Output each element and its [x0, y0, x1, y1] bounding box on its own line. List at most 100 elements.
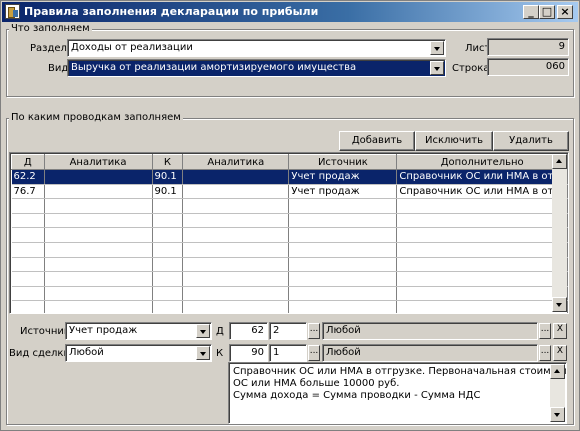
table-cell[interactable]: [182, 169, 290, 185]
table-cell[interactable]: [11, 227, 45, 243]
table-cell[interactable]: [11, 213, 45, 229]
table-cell[interactable]: Учет продаж: [288, 169, 398, 185]
debit-account-field[interactable]: 62: [229, 322, 268, 340]
table-cell[interactable]: 76.7: [11, 184, 45, 200]
minimize-button[interactable]: _: [523, 5, 539, 19]
table-cell[interactable]: [11, 242, 45, 258]
title-bar[interactable]: Правила заполнения декларации по прибыли…: [2, 2, 578, 22]
table-cell[interactable]: [182, 184, 290, 200]
table-row[interactable]: [11, 242, 568, 258]
delete-button[interactable]: Удалить: [493, 131, 569, 151]
table-row[interactable]: 62.2 90.1 Учет продаж Справочник ОС или НМА…: [11, 169, 568, 185]
add-button[interactable]: Добавить: [339, 131, 415, 151]
col-header-credit-analytics[interactable]: Аналитика: [182, 154, 290, 170]
table-cell[interactable]: 62.2: [11, 169, 45, 185]
table-cell[interactable]: [182, 227, 290, 243]
credit-clear-icon[interactable]: X: [553, 345, 567, 361]
table-cell[interactable]: [396, 286, 568, 302]
table-cell[interactable]: [152, 213, 184, 229]
table-cell[interactable]: [396, 242, 568, 258]
table-cell[interactable]: [152, 227, 184, 243]
table-cell[interactable]: 90.1: [152, 184, 184, 200]
chevron-down-icon[interactable]: [196, 346, 210, 360]
table-cell[interactable]: [182, 271, 290, 287]
table-cell[interactable]: [44, 286, 153, 302]
chevron-down-icon[interactable]: [196, 324, 210, 338]
table-cell[interactable]: [396, 300, 568, 313]
table-row[interactable]: [11, 198, 568, 214]
exclude-button[interactable]: Исключить: [415, 131, 493, 151]
scroll-down-icon[interactable]: [550, 407, 565, 422]
table-cell[interactable]: [288, 198, 398, 214]
chevron-down-icon[interactable]: [430, 41, 444, 55]
table-cell[interactable]: [288, 271, 398, 287]
credit-choose-button[interactable]: ...: [308, 345, 320, 361]
table-cell[interactable]: [396, 198, 568, 214]
section-select[interactable]: Доходы от реализации: [67, 39, 446, 57]
postings-table[interactable]: Д Аналитика К Аналитика Источник Дополни…: [9, 152, 569, 314]
table-cell[interactable]: [11, 271, 45, 287]
table-cell[interactable]: [152, 286, 184, 302]
table-cell[interactable]: [152, 198, 184, 214]
debit-analytics-choose-button[interactable]: ...: [539, 323, 551, 339]
description-memo[interactable]: Справочник ОС или НМА в отгрузке. Первон…: [228, 362, 567, 424]
table-cell[interactable]: [182, 286, 290, 302]
table-cell[interactable]: [44, 271, 153, 287]
scroll-up-icon[interactable]: [550, 364, 565, 379]
table-cell[interactable]: [11, 198, 45, 214]
table-cell[interactable]: Справочник ОС или НМА в отгр: [396, 184, 568, 200]
col-header-source[interactable]: Источник: [288, 154, 398, 170]
table-cell[interactable]: [288, 227, 398, 243]
table-cell[interactable]: [44, 242, 153, 258]
table-row[interactable]: [11, 271, 568, 287]
table-cell[interactable]: 90.1: [152, 169, 184, 185]
table-cell[interactable]: [182, 300, 290, 313]
deal-select[interactable]: Любой: [65, 344, 212, 362]
table-cell[interactable]: [182, 242, 290, 258]
table-cell[interactable]: Учет продаж: [288, 184, 398, 200]
table-row[interactable]: [11, 227, 568, 243]
chevron-down-icon[interactable]: [430, 61, 444, 75]
table-cell[interactable]: [182, 257, 290, 273]
table-row[interactable]: 76.7 90.1 Учет продаж Справочник ОС или НМА…: [11, 184, 568, 200]
table-row[interactable]: [11, 286, 568, 302]
table-cell[interactable]: [11, 286, 45, 302]
table-cell[interactable]: [396, 257, 568, 273]
table-cell[interactable]: [44, 169, 153, 185]
col-header-credit[interactable]: К: [151, 154, 184, 170]
table-cell[interactable]: [288, 242, 398, 258]
table-cell[interactable]: [396, 271, 568, 287]
table-cell[interactable]: [44, 184, 153, 200]
table-cell[interactable]: Справочник ОС или НМА в отгр: [396, 169, 568, 185]
vertical-scrollbar[interactable]: [552, 154, 567, 312]
table-row[interactable]: [11, 300, 568, 313]
table-cell[interactable]: [288, 213, 398, 229]
table-cell[interactable]: [152, 257, 184, 273]
table-cell[interactable]: [288, 286, 398, 302]
table-row[interactable]: [11, 213, 568, 229]
col-header-debit[interactable]: Д: [11, 154, 45, 170]
kind-select[interactable]: Выручка от реализации амортизируемого им…: [67, 59, 446, 77]
debit-choose-button[interactable]: ...: [308, 323, 320, 339]
debit-level-field[interactable]: 2: [269, 322, 307, 340]
table-cell[interactable]: [396, 227, 568, 243]
table-cell[interactable]: [152, 271, 184, 287]
memo-scrollbar[interactable]: [550, 364, 565, 422]
col-header-debit-analytics[interactable]: Аналитика: [43, 154, 153, 170]
credit-analytics-choose-button[interactable]: ...: [539, 345, 551, 361]
table-cell[interactable]: [44, 300, 153, 313]
table-cell[interactable]: [152, 300, 184, 313]
table-cell[interactable]: [396, 213, 568, 229]
scroll-up-icon[interactable]: [552, 154, 567, 169]
table-cell[interactable]: [44, 227, 153, 243]
scroll-down-icon[interactable]: [552, 297, 567, 312]
table-cell[interactable]: [44, 198, 153, 214]
table-cell[interactable]: [288, 300, 398, 313]
maximize-button[interactable]: □: [539, 5, 555, 19]
credit-account-field[interactable]: 90: [229, 344, 268, 362]
col-header-additional[interactable]: Дополнительно: [396, 154, 568, 170]
credit-level-field[interactable]: 1: [269, 344, 307, 362]
table-cell[interactable]: [288, 257, 398, 273]
source-select[interactable]: Учет продаж: [65, 322, 212, 340]
table-cell[interactable]: [182, 213, 290, 229]
